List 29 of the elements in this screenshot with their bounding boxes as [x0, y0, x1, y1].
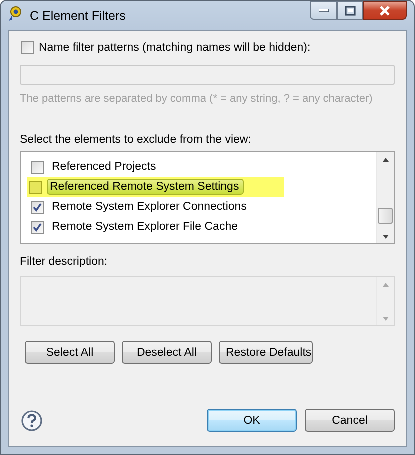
ok-button[interactable]: OK: [207, 409, 297, 432]
help-icon[interactable]: [21, 410, 43, 432]
action-button[interactable]: Select All: [25, 341, 115, 364]
scrollbar[interactable]: [376, 152, 394, 243]
list-item[interactable]: Referenced Projects: [49, 160, 160, 174]
maximize-button[interactable]: [337, 1, 363, 20]
action-button[interactable]: Restore Defaults: [219, 341, 313, 364]
checkbox[interactable]: [29, 180, 42, 194]
checkbox[interactable]: [21, 41, 34, 54]
maximize-icon: [344, 6, 356, 16]
action-button[interactable]: Deselect All: [122, 341, 212, 364]
section-label: Select the elements to exclude from the view:: [20, 134, 252, 146]
hint-text: The patterns are separated by comma (* = any string, ? = any character): [20, 93, 374, 105]
checkbox[interactable]: [31, 160, 44, 174]
checkbox-label: Name filter patterns (matching names will be hidden):: [39, 42, 311, 54]
list-item[interactable]: Referenced Remote System Settings: [47, 179, 244, 195]
input-field[interactable]: [20, 65, 395, 85]
section-label: Filter description:: [20, 256, 109, 268]
cancel-button[interactable]: Cancel: [305, 409, 395, 432]
close-button[interactable]: [363, 1, 407, 20]
app-icon: [8, 6, 24, 22]
checkbox[interactable]: [31, 220, 44, 234]
checkbox[interactable]: [31, 200, 44, 214]
window-title: C Element Filters: [30, 8, 126, 22]
close-icon: [379, 6, 391, 16]
minimize-icon: [318, 8, 328, 12]
minimize-button[interactable]: [310, 1, 337, 20]
list-item[interactable]: Remote System Explorer Connections: [49, 200, 250, 214]
list-item[interactable]: Remote System Explorer File Cache: [49, 220, 241, 234]
